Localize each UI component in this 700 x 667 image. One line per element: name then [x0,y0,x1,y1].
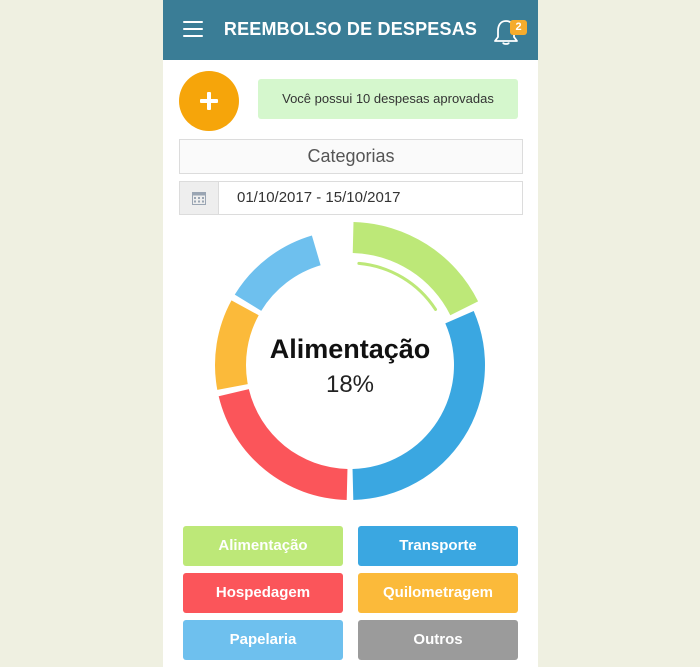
chart-center-percent: 18% [326,371,374,398]
calendar-cell [180,182,219,214]
legend-quilometragem-button[interactable]: Quilometragem [358,573,518,613]
app-title: REEMBOLSO DE DESPESAS [223,19,478,39]
legend-hospedagem-button[interactable]: Hospedagem [183,573,343,613]
date-range-text: 01/10/2017 - 15/10/2017 [237,189,401,206]
donut-slice-4[interactable] [234,235,321,311]
top-bar: REEMBOLSO DE DESPESAS 2 [163,0,538,60]
approved-expenses-banner: Você possui 10 despesas aprovadas [258,79,518,119]
calendar-icon [192,192,206,205]
notification-badge: 2 [510,20,527,35]
legend-papelaria-button[interactable]: Papelaria [183,620,343,660]
legend-outros-button[interactable]: Outros [358,620,518,660]
donut-slice-0[interactable] [352,222,479,316]
categories-donut-chart: Alimentação 18% [215,222,485,500]
date-range-picker[interactable]: 01/10/2017 - 15/10/2017 [179,181,523,215]
app-screen: REEMBOLSO DE DESPESAS 2 Você possui 10 d… [163,0,538,667]
donut-slice-3[interactable] [215,300,259,390]
donut-slice-2[interactable] [218,389,348,500]
legend-transporte-button[interactable]: Transporte [358,526,518,566]
chart-center-label: Alimentação [270,334,431,364]
categories-header: Categorias [179,139,523,174]
legend-alimentacao-button[interactable]: Alimentação [183,526,343,566]
add-expense-button[interactable] [179,71,239,131]
